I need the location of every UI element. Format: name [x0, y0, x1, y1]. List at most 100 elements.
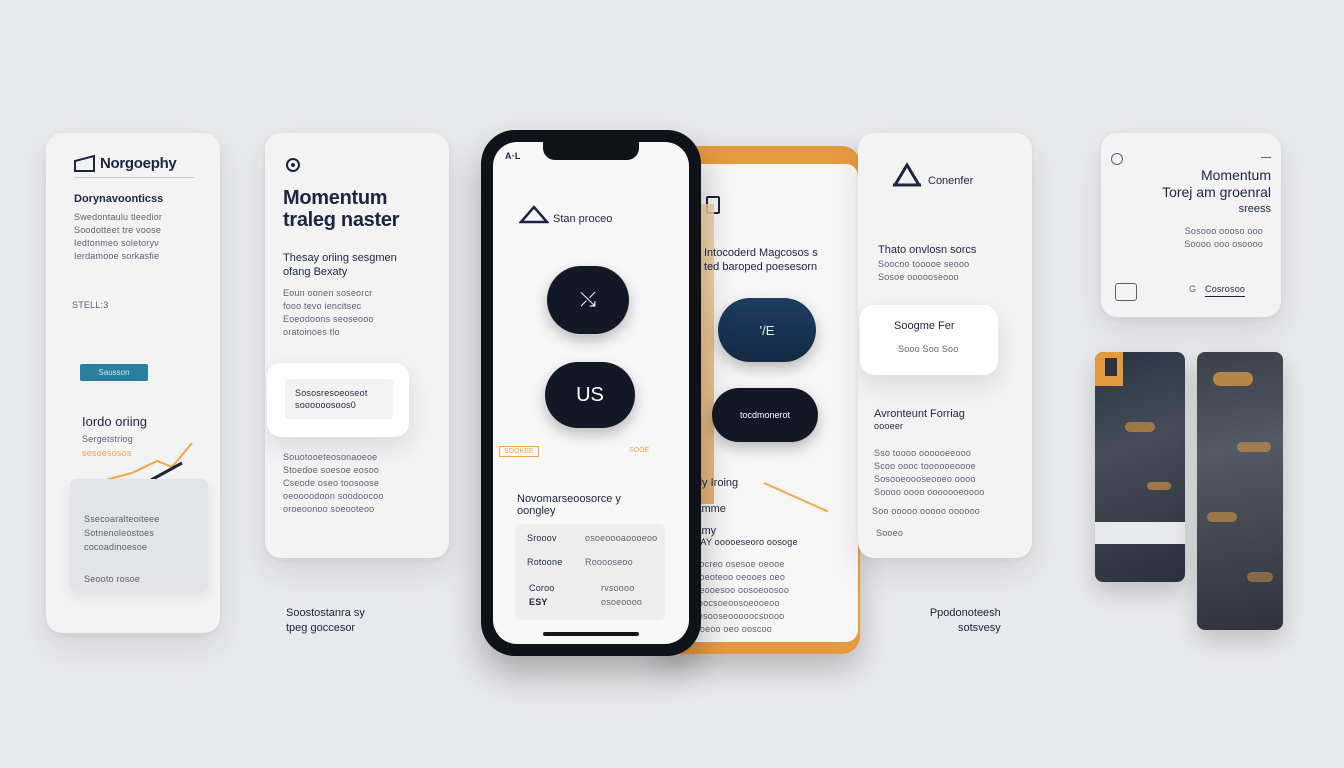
para-line: ocesooseooooocsoooo [688, 611, 785, 621]
caption-line: Soostostanra sy [286, 607, 365, 619]
logo-icon [74, 154, 96, 173]
pill-label: '/E [759, 322, 775, 338]
list-value: Rooooseoo [585, 557, 633, 567]
para-line: Sosooeoooseooeo oooo [874, 474, 976, 484]
body-line: Ierdamooe sorkasfie [74, 251, 160, 261]
location-icon [285, 157, 301, 182]
primary-phone: A·L Stan proceo ⤯ US SOOKEE SOOE Novomar… [481, 130, 701, 656]
info-panel: Ssecoaralteoiteee Sotnenoleostoes cocoad… [70, 479, 208, 591]
photo-highlight [1247, 572, 1273, 582]
para-line: Tooocsoeoosoeooeoo [688, 598, 780, 608]
list-label: Srooov [527, 533, 557, 543]
footer-line: Sooeo [876, 528, 904, 538]
card-title-line1: Momentum [283, 187, 388, 209]
body-line: fooo tevo iencitsec [283, 301, 362, 311]
pill-label: US [576, 383, 604, 406]
status-time: A·L [505, 151, 521, 161]
back-icon[interactable] [1111, 153, 1123, 165]
body-line: oratoinoes tlo [283, 327, 340, 337]
card-subtitle-line1: Thesay oriing sesgmen [283, 252, 397, 264]
title-line: Torej am groenral [1162, 184, 1271, 200]
list-label: ESY [529, 597, 548, 607]
title: Momentum Torej am groenral sreess [1101, 167, 1271, 218]
card-title: Norgoephy [100, 155, 177, 172]
feature-button-2[interactable]: US [545, 362, 635, 428]
brand-name: Stan proceo [553, 213, 613, 225]
floating-title: Soogme Fer [894, 320, 955, 332]
body-line: Sosoe oooooseooo [878, 272, 959, 282]
quote-box: Sososresoeoseot soooooosoos0 [285, 379, 393, 419]
para-line: Scoo oooc toooooeoooe [874, 461, 976, 471]
secondary-screen: Intocoderd Magcosos s ted baroped poeses… [674, 164, 858, 642]
footer-link[interactable]: Cosrosoo [1205, 283, 1246, 297]
body-text: Eoun oonen soseorcr fooo tevo iencitsec … [283, 287, 374, 339]
photo-highlight [1105, 358, 1117, 376]
button-label: Sausson [98, 368, 130, 377]
panel-line: cocoadinoesoe [84, 542, 148, 552]
menu-icon[interactable] [1261, 157, 1271, 158]
pill-label: tocdmonerot [739, 410, 791, 420]
body-line: Iedtonmeo soletoryv [74, 238, 159, 248]
small-label: G [1189, 284, 1197, 294]
shuffle-icon: ⤯ [580, 288, 596, 311]
list-value: osoeoooaoooeoo [585, 533, 658, 543]
paragraph: Souotooeteosonaoeoe Stoedoe soesoe eosoo… [283, 451, 384, 516]
photo-band [1095, 522, 1185, 544]
action-pill-secondary[interactable]: tocdmonerot [712, 388, 818, 442]
feature-button-1[interactable]: ⤯ [547, 266, 629, 334]
caption-left: Soostostanra sy tpeg goccesor [286, 606, 365, 636]
footer-line: Soo ooooo ooooo oooooo [872, 506, 981, 516]
mountain-logo-icon [518, 204, 550, 229]
photo-highlight [1147, 482, 1171, 490]
para-line: Soeooesoo oosoeoosoo [688, 585, 790, 595]
paragraph: Sso toooo oooooeeooo Scoo oooc toooooeoo… [874, 447, 985, 499]
photo-tile-left [1095, 352, 1185, 582]
mockup-stage: Norgoephy Dorynavoonticss Swedontaulu tl… [0, 0, 1344, 768]
settings-list: Srooov osoeoooaoooeoo Rotoone Rooooseoo … [515, 524, 665, 620]
photo-highlight [1213, 372, 1253, 386]
title-line: sreess [1238, 203, 1271, 215]
phone-screen: A·L Stan proceo ⤯ US SOOKEE SOOE Novomar… [493, 142, 689, 644]
para-line: Soooo oooo ooooooeoooo [874, 487, 985, 497]
card-conenfer: Conenfer Thato onvlosn sorcs Soocoo tooo… [858, 133, 1032, 558]
body-line: Sosooo oooso ooo [1184, 226, 1263, 236]
panel-footer: Seooto rosoe [84, 574, 140, 584]
floating-card: Soogme Fer Sooo Soo Soo [860, 305, 998, 375]
body-line: Thato onvlosn sorcs [878, 244, 977, 256]
caption-line: tpeg goccesor [286, 622, 356, 634]
floating-meta: Sooo Soo Soo [898, 344, 959, 354]
body-text: Sosooo oooso ooo Soooo ooo osoooo [1101, 225, 1263, 251]
primary-button[interactable]: Sausson [80, 364, 148, 381]
para-line: Stoedoe soesoe eosoo [283, 465, 380, 475]
para-line: Seoeoteoo oeooes oeo [688, 572, 786, 582]
card-momentum: Momentum traleg naster Thesay oriing ses… [265, 133, 449, 558]
list-value: osoeoooo [601, 597, 643, 607]
list-value: rvsoooo [601, 583, 635, 593]
photo-highlight [1125, 422, 1155, 432]
para-line: Seocreo osesoe oeooe [688, 559, 785, 569]
para-line: Sso toooo oooooeeooo [874, 448, 972, 458]
list-label: Rotoone [527, 557, 563, 567]
title-line: Momentum [1200, 167, 1271, 183]
caption-line: sotsvesy [958, 622, 1001, 634]
checkbox-icon[interactable] [1115, 283, 1137, 301]
home-indicator[interactable] [543, 632, 639, 636]
tag-label: SOOE [629, 447, 650, 454]
para-line: oeoooodoon soodoocoo [283, 491, 384, 501]
photo-highlight [1207, 512, 1237, 522]
phone-notch [543, 142, 639, 160]
section-title: Iordo oriing [82, 414, 148, 429]
tag-left: SOOKEE [499, 446, 539, 457]
meta-label: STELL:3 [72, 300, 109, 310]
floating-quote-card: Sososresoeoseot soooooosoos0 [267, 363, 409, 437]
body-line: Soooo ooo osoooo [1184, 239, 1263, 249]
mountain-logo-icon [892, 161, 922, 192]
photo-highlight [1237, 442, 1271, 452]
body-line: Eoun oonen soseorcr [283, 288, 373, 298]
body-line: Eoeodoons seoseooo [283, 314, 374, 324]
section-sub: PEAY ooooeseoro oosoge [688, 537, 798, 547]
body-line: Soocoo tooooe seooo [878, 259, 970, 269]
action-pill-primary[interactable]: '/E [718, 298, 816, 362]
card-title-line2: traleg naster [283, 209, 400, 231]
accent-stroke [763, 482, 829, 513]
